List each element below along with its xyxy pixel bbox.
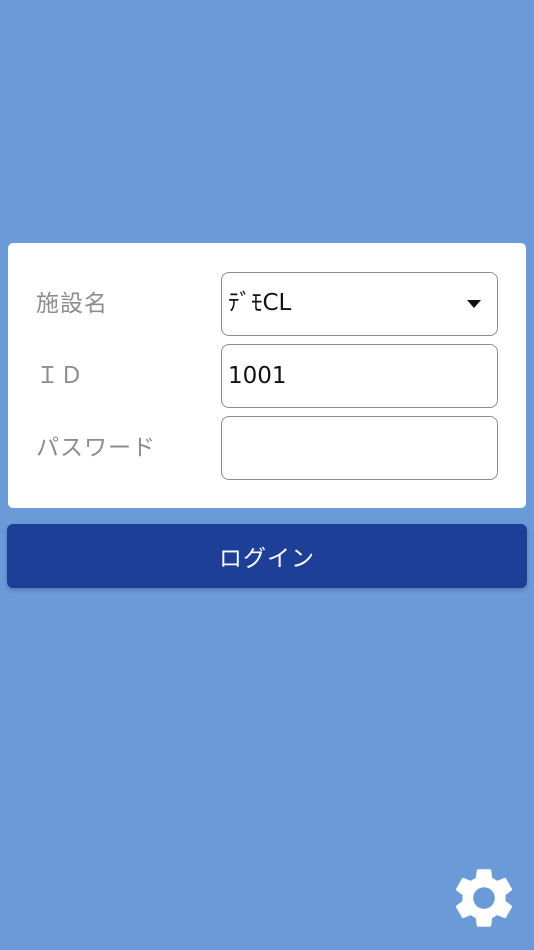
gear-icon <box>455 869 513 927</box>
id-label: ＩＤ <box>36 363 84 389</box>
facility-row: 施設名 ﾃﾞﾓCL <box>8 272 526 336</box>
login-form-card: 施設名 ﾃﾞﾓCL ＩＤ パスワード <box>8 243 526 508</box>
login-button[interactable]: ログイン <box>7 524 527 588</box>
facility-select[interactable]: ﾃﾞﾓCL <box>221 272 498 336</box>
facility-select-value: ﾃﾞﾓCL <box>228 290 292 316</box>
facility-label: 施設名 <box>36 291 108 317</box>
id-row: ＩＤ <box>8 344 526 408</box>
password-row: パスワード <box>8 416 526 480</box>
settings-button[interactable] <box>448 862 520 934</box>
password-label: パスワード <box>36 435 156 461</box>
password-input[interactable] <box>221 416 498 480</box>
id-input[interactable] <box>221 344 498 408</box>
caret-down-icon <box>467 300 481 308</box>
